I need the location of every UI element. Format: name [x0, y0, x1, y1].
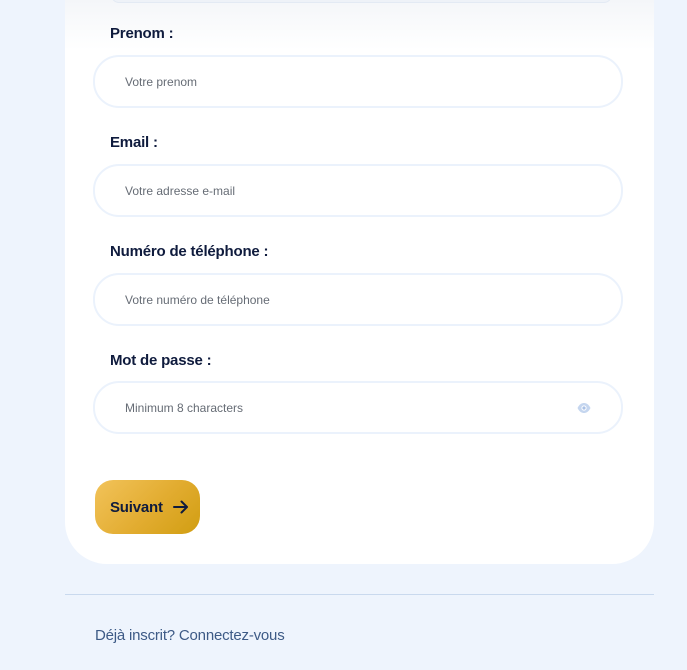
first-name-input[interactable]	[125, 57, 565, 106]
signup-form-card: Prenom : Email : Numéro de téléphone : M…	[65, 0, 654, 564]
next-button[interactable]: Suivant	[95, 480, 200, 534]
first-name-field-wrapper	[93, 55, 623, 108]
login-link[interactable]: Connectez-vous	[179, 627, 285, 644]
password-input[interactable]	[125, 383, 565, 432]
first-name-label: Prenom :	[110, 25, 174, 42]
page: Prenom : Email : Numéro de téléphone : M…	[0, 0, 687, 670]
email-field-wrapper	[93, 164, 623, 217]
password-field-wrapper	[93, 381, 623, 434]
email-label: Email :	[110, 134, 158, 151]
phone-field-wrapper	[93, 273, 623, 326]
login-prompt: Déjà inscrit? Connectez-vous	[95, 627, 285, 644]
eye-icon[interactable]	[577, 402, 591, 414]
email-input[interactable]	[125, 166, 565, 215]
next-button-label: Suivant	[110, 498, 163, 516]
phone-label: Numéro de téléphone :	[110, 243, 269, 260]
footer-divider	[65, 594, 654, 595]
password-label: Mot de passe :	[110, 352, 212, 369]
phone-input[interactable]	[125, 275, 565, 324]
login-question: Déjà inscrit?	[95, 627, 175, 644]
previous-field-edge	[111, 0, 612, 3]
arrow-right-icon	[172, 500, 188, 514]
